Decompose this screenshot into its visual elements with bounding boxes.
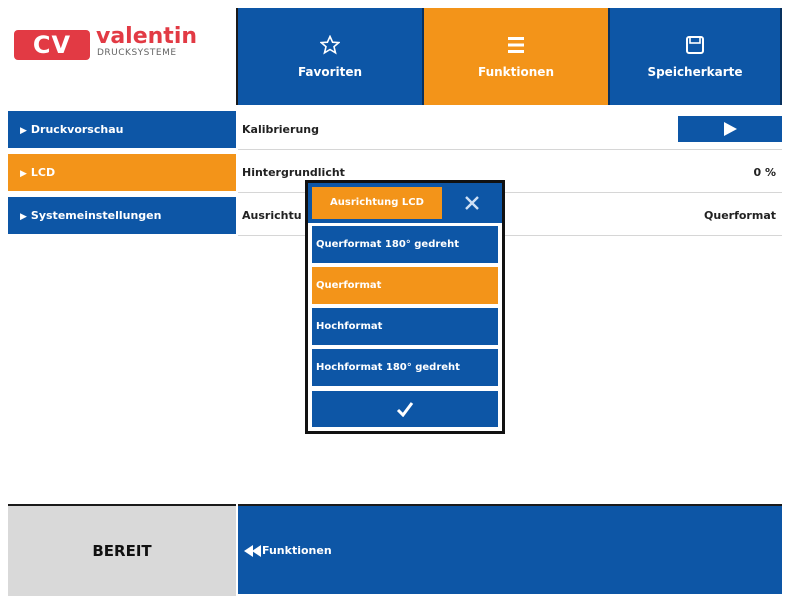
sidebar-item-druckvorschau[interactable]: ▶ Druckvorschau (8, 111, 236, 149)
row-kalibrierung[interactable]: Kalibrierung (238, 110, 782, 150)
sidebar-item-label: LCD (30, 166, 56, 179)
orientation-dialog: Ausrichtung LCD Querformat 180° gedreht … (305, 180, 505, 434)
confirm-button[interactable] (312, 391, 498, 427)
option-querformat-180[interactable]: Querformat 180° gedreht (312, 226, 498, 263)
logo: CV valentin DRUCKSYSTEME (8, 8, 238, 105)
back-button[interactable]: Funktionen (244, 544, 332, 557)
option-label: Querformat 180° gedreht (316, 239, 459, 250)
double-arrow-left-icon (244, 544, 261, 557)
row-value: Querformat (704, 209, 776, 222)
save-icon (686, 35, 704, 54)
sidebar-item-label: Druckvorschau (30, 123, 124, 136)
start-calibration-button[interactable] (678, 116, 782, 142)
tab-funktionen[interactable]: Funktionen (424, 8, 610, 105)
tab-favoriten[interactable]: Favoriten (238, 8, 424, 105)
row-label: Ausrichtu (242, 209, 302, 222)
sidebar-item-lcd[interactable]: ▶ LCD (8, 154, 236, 192)
close-icon (465, 196, 479, 210)
status-display: BEREIT (8, 504, 236, 596)
sidebar-item-systemeinstellungen[interactable]: ▶ Systemeinstellungen (8, 197, 236, 235)
checkmark-icon (396, 402, 414, 417)
logo-name: valentin (96, 24, 198, 49)
arrow-right-icon: ▶ (20, 169, 27, 179)
back-label: Funktionen (262, 544, 332, 557)
sidebar-item-label: Systemeinstellungen (30, 209, 162, 222)
star-icon (320, 34, 340, 54)
printer-ui: CV valentin DRUCKSYSTEME Favoriten Funkt… (8, 8, 782, 596)
tab-label: Funktionen (478, 64, 554, 79)
option-label: Hochformat (316, 321, 383, 332)
option-hochformat-180[interactable]: Hochformat 180° gedreht (312, 349, 498, 386)
play-icon (724, 122, 737, 136)
logo-subtitle: DRUCKSYSTEME (97, 48, 177, 58)
tab-speicherkarte[interactable]: Speicherkarte (610, 8, 782, 105)
arrow-right-icon: ▶ (20, 212, 27, 222)
list-icon (508, 36, 524, 53)
dialog-header: Ausrichtung LCD (308, 183, 502, 223)
arrow-right-icon: ▶ (20, 126, 27, 136)
dialog-close-button[interactable] (446, 187, 498, 219)
status-text: BEREIT (92, 542, 152, 560)
footer-bar: Funktionen (238, 504, 782, 594)
option-hochformat[interactable]: Hochformat (312, 308, 498, 345)
tab-label: Favoriten (297, 64, 363, 79)
logo-mark: CV (14, 30, 90, 60)
option-label: Hochformat 180° gedreht (316, 362, 460, 373)
option-querformat[interactable]: Querformat (312, 267, 498, 304)
row-value: 0 % (753, 166, 776, 179)
row-label: Kalibrierung (242, 123, 319, 136)
tab-label: Speicherkarte (647, 64, 743, 79)
dialog-title: Ausrichtung LCD (312, 187, 442, 219)
option-label: Querformat (316, 280, 382, 291)
